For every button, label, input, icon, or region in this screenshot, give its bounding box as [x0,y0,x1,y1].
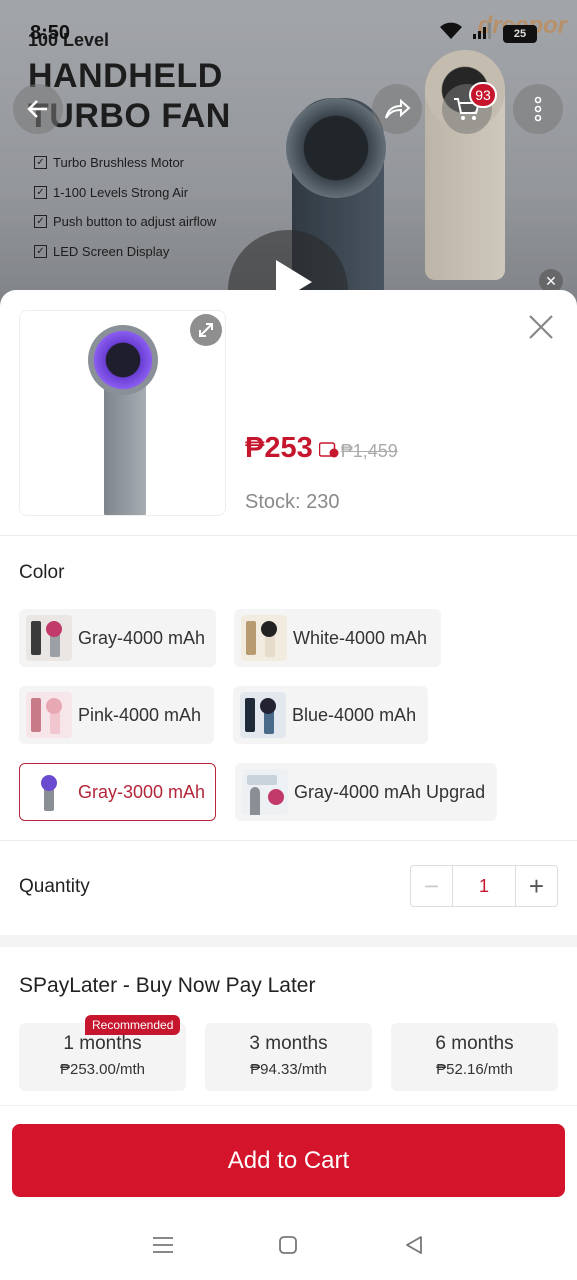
close-sheet-button[interactable] [524,312,558,346]
status-time: 8:50 [30,22,71,44]
close-icon [529,315,553,339]
product-banner: dreepor 100 Level HANDHELD TURBO FAN ✓Tu… [0,0,577,310]
expand-icon [199,323,213,337]
quantity-label: Quantity [19,876,90,897]
color-option[interactable]: Gray-4000 mAh Upgrad [235,763,497,821]
more-vertical-icon [534,96,542,122]
color-option[interactable]: Gray-4000 mAh [19,609,216,667]
variant-thumbnail [26,615,72,661]
home-icon[interactable] [276,1233,300,1257]
installment-plan[interactable]: 6 months ₱52.16/mth [391,1023,558,1091]
variant-thumbnail [26,692,72,738]
product-image [88,325,168,515]
spaylater-title: SPayLater - Buy Now Pay Later [19,974,316,997]
divider [0,840,577,841]
back-button[interactable] [13,84,63,134]
color-option[interactable]: Pink-4000 mAh [19,686,214,744]
cart-count-badge: 93 [469,82,497,108]
share-button[interactable] [372,84,422,134]
section-separator [0,935,577,947]
check-icon: ✓ [34,244,47,258]
quantity-value[interactable]: 1 [452,866,516,906]
quantity-stepper: − 1 + [410,865,558,907]
coins-discount-icon [318,442,339,458]
feature-item: ✓ Push button to adjust airflow [34,207,216,237]
wifi-icon [439,22,463,45]
expand-image-button[interactable] [190,314,222,346]
check-icon: ✓ [34,215,47,229]
battery-icon: 25 [503,24,537,43]
signal-icon [473,23,493,44]
recommended-badge: Recommended [85,1015,181,1035]
color-label: Color [19,562,65,583]
original-price: ₱1,459 [340,441,398,461]
check-icon: ✓ [34,156,47,170]
increase-quantity-button[interactable]: + [516,866,557,906]
color-option[interactable]: White-4000 mAh [234,609,441,667]
variant-thumbnail [26,769,72,815]
color-option[interactable]: Blue-4000 mAh [233,686,428,744]
color-option-selected[interactable]: Gray-3000 mAh [19,763,216,821]
divider [0,535,577,536]
add-to-cart-button[interactable]: Add to Cart [12,1124,565,1197]
check-icon: ✓ [34,185,47,199]
decrease-quantity-button[interactable]: − [411,866,452,906]
status-icons: 25 [439,22,537,45]
more-options-button[interactable] [513,84,563,134]
feature-item: ✓ 1-100 Levels Strong Air [34,178,216,208]
system-nav-bar [0,1210,577,1280]
share-icon [385,98,411,119]
variant-thumbnail [240,692,286,738]
arrow-left-icon [27,100,47,118]
back-triangle-icon[interactable] [402,1233,426,1257]
price-row: ₱253 ₱1,459 [245,432,398,465]
feature-item: ✓ LED Screen Display [34,237,216,267]
variant-thumbnail [241,615,287,661]
current-price: ₱253 [245,432,313,464]
menu-icon[interactable] [151,1233,175,1257]
stock-count: Stock: 230 [245,491,340,513]
variant-selection-sheet: ₱253 ₱1,459 Stock: 230 Color Gray-4000 m… [0,290,577,1280]
installment-plan[interactable]: 3 months ₱94.33/mth [205,1023,372,1091]
feature-item: ✓ Turbo Brushless Motor [34,148,216,178]
variant-thumbnail [242,769,288,815]
feature-list: ✓ Turbo Brushless Motor ✓ 1-100 Levels Str… [34,148,216,266]
